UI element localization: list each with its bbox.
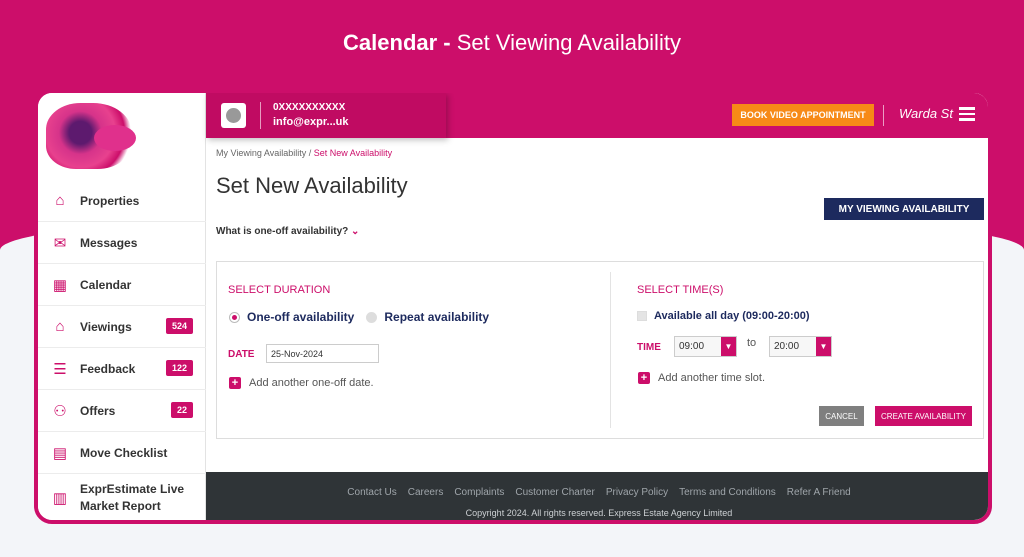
plus-icon: + [638, 372, 650, 384]
footer-link[interactable]: Complaints [454, 487, 504, 498]
sidebar-item-move-checklist[interactable]: ▤ Move Checklist [38, 432, 206, 474]
date-label: DATE [228, 349, 255, 360]
sidebar-item-label: ExprEstimate Live Market Report [80, 482, 185, 513]
footer-link[interactable]: Terms and Conditions [679, 487, 776, 498]
select-duration-title: SELECT DURATION [228, 284, 331, 296]
house-icon: ⌂ [55, 192, 65, 209]
breadcrumb-separator: / [308, 148, 312, 158]
count-badge: 524 [165, 318, 193, 334]
checklist-icon: ▤ [52, 444, 68, 462]
copyright-text: Copyright 2024. All rights reserved. Exp… [465, 508, 733, 518]
breadcrumb-current: Set New Availability [313, 148, 393, 158]
footer-link[interactable]: Customer Charter [515, 487, 594, 498]
user-name[interactable]: Warda St [899, 106, 953, 121]
sidebar-item-feedback[interactable]: ☰ Feedback 122 [38, 348, 206, 390]
sidebar-nav: ⌂ Properties ✉ Messages ▦ Calendar ⌂ Vie… [38, 180, 206, 520]
sidebar-item-properties[interactable]: ⌂ Properties [38, 180, 206, 222]
one-off-label[interactable]: One-off availability [247, 310, 354, 324]
count-badge: 122 [165, 360, 193, 376]
sidebar-item-label: Viewings [80, 319, 132, 334]
sidebar-item-calendar[interactable]: ▦ Calendar [38, 264, 206, 306]
availability-form: SELECT DURATION One-off availability Rep… [216, 261, 984, 439]
user-info: 0XXXXXXXXXX info@expr...uk [206, 93, 446, 138]
one-off-radio[interactable] [229, 311, 240, 323]
sidebar-item-label: Feedback [80, 361, 136, 376]
divider [883, 105, 884, 126]
user-icon [226, 108, 241, 123]
sidebar-item-messages[interactable]: ✉ Messages [38, 222, 206, 264]
duration-options: One-off availability Repeat availability [229, 310, 489, 324]
sidebar-item-label: Move Checklist [80, 445, 168, 460]
menu-icon[interactable] [959, 107, 975, 121]
footer-link[interactable]: Refer A Friend [787, 487, 851, 498]
offers-icon: ⚇ [53, 402, 67, 420]
calendar-icon: ▦ [52, 276, 68, 294]
repeat-radio[interactable] [366, 311, 378, 323]
all-day-checkbox[interactable] [637, 311, 647, 321]
page-title: Set New Availability [216, 173, 408, 198]
sidebar-item-label: Offers [80, 403, 116, 418]
dropdown-arrow-icon: ▼ [721, 337, 736, 356]
my-viewing-availability-button[interactable]: MY VIEWING AVAILABILITY [824, 198, 984, 220]
select-times-title: SELECT TIME(S) [637, 284, 724, 296]
sidebar-item-label: Messages [80, 235, 138, 250]
cancel-button[interactable]: CANCEL [819, 406, 864, 426]
footer-link[interactable]: Careers [408, 487, 444, 498]
sidebar-item-viewings[interactable]: ⌂ Viewings 524 [38, 306, 206, 348]
top-bar: 0XXXXXXXXXX info@expr...uk BOOK VIDEO AP… [206, 93, 988, 138]
chevron-down-icon: ⌄ [351, 226, 360, 237]
breadcrumb-link[interactable]: My Viewing Availability [216, 148, 306, 158]
date-input[interactable] [266, 344, 379, 363]
divider [610, 272, 611, 428]
avatar[interactable] [221, 103, 246, 128]
sidebar-item-market-report[interactable]: ▥ ExprEstimate Live Market Report [38, 474, 206, 520]
headline: Calendar - Set Viewing Availability [343, 30, 681, 55]
sidebar-item-offers[interactable]: ⚇ Offers 22 [38, 390, 206, 432]
what-is-toggle[interactable]: What is one-off availability? ⌄ [216, 226, 359, 237]
book-video-appointment-button[interactable]: BOOK VIDEO APPOINTMENT [732, 104, 874, 126]
dropdown-arrow-icon: ▼ [816, 337, 831, 356]
app-window: ⌂ Properties ✉ Messages ▦ Calendar ⌂ Vie… [34, 89, 992, 524]
user-phone: 0XXXXXXXXXX [273, 102, 346, 113]
to-label: to [747, 337, 757, 349]
company-logo [46, 103, 136, 169]
add-time-slot-link[interactable]: + Add another time slot. [638, 372, 765, 384]
footer: Contact Us Careers Complaints Customer C… [206, 472, 988, 520]
create-availability-button[interactable]: CREATE AVAILABILITY [875, 406, 972, 426]
breadcrumb: My Viewing Availability / Set New Availa… [216, 148, 392, 158]
bar-chart-icon: ▥ [52, 490, 68, 507]
start-time-select[interactable]: 09:00 ▼ [674, 336, 737, 357]
plus-icon: + [229, 377, 241, 389]
all-day-option[interactable]: Available all day (09:00-20:00) [637, 310, 810, 322]
main-content: 0XXXXXXXXXX info@expr...uk BOOK VIDEO AP… [206, 93, 988, 520]
time-label: TIME [637, 342, 661, 353]
user-email: info@expr...uk [273, 116, 349, 128]
end-time-select[interactable]: 20:00 ▼ [769, 336, 832, 357]
sidebar-item-label: Properties [80, 193, 140, 208]
footer-link[interactable]: Contact Us [347, 487, 396, 498]
repeat-label[interactable]: Repeat availability [384, 310, 489, 324]
divider [260, 102, 261, 129]
sidebar-item-label: Calendar [80, 277, 132, 292]
feedback-icon: ☰ [53, 360, 67, 378]
footer-links: Contact Us Careers Complaints Customer C… [206, 487, 988, 498]
viewings-icon: ⌂ [55, 318, 65, 335]
chat-icon: ✉ [53, 234, 67, 252]
sidebar: ⌂ Properties ✉ Messages ▦ Calendar ⌂ Vie… [38, 93, 206, 520]
count-badge: 22 [170, 402, 193, 418]
footer-link[interactable]: Privacy Policy [606, 487, 668, 498]
add-date-link[interactable]: + Add another one-off date. [229, 377, 374, 389]
